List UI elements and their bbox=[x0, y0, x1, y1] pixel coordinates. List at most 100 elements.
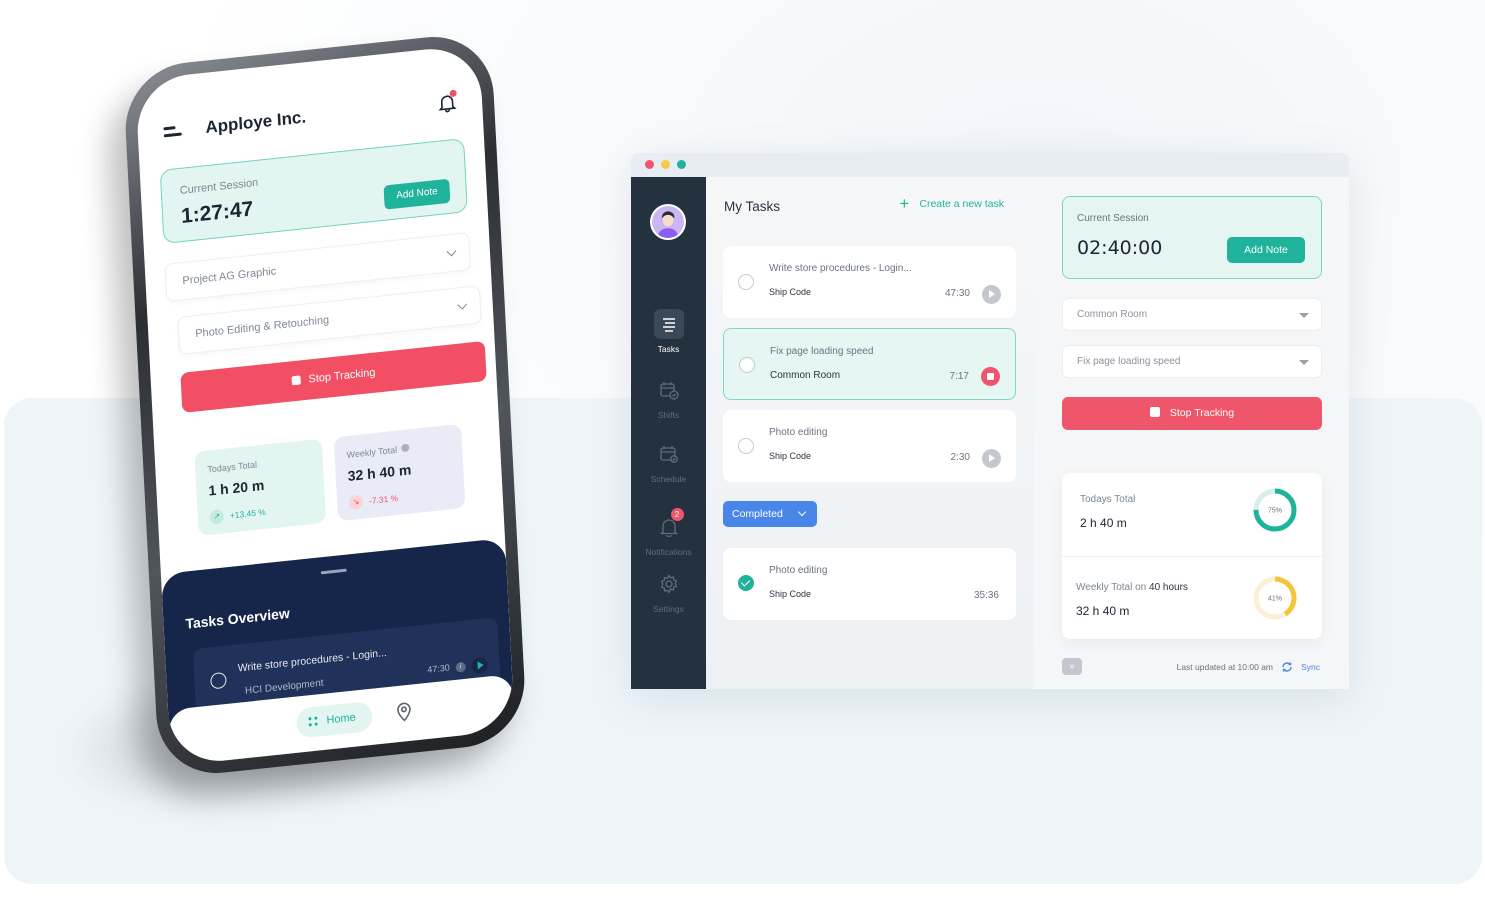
project-select-value: Common Room bbox=[1077, 309, 1148, 320]
task-time: 2:30 bbox=[950, 452, 970, 463]
tasks-list-icon bbox=[653, 309, 684, 339]
project-select-value: Project AG Graphic bbox=[182, 265, 277, 288]
todays-total-change: ↗ +13.45 % bbox=[209, 505, 267, 525]
task-project: Ship Code bbox=[769, 287, 812, 297]
sheet-drag-handle[interactable] bbox=[320, 568, 347, 575]
sync-button[interactable]: Sync bbox=[1301, 662, 1320, 672]
task-select-value: Photo Editing & Retouching bbox=[194, 314, 330, 341]
mobile-current-session-card: Current Session 1:27:47 Add Note bbox=[159, 138, 468, 244]
hero-stage: Apploye Inc. Current Session 1:27:47 Add… bbox=[0, 0, 1485, 900]
session-label: Current Session bbox=[1077, 213, 1149, 224]
my-tasks-panel: My Tasks + Create a new task Write store… bbox=[706, 177, 1034, 689]
tracking-panel: Current Session 02:40:00 Add Note Common… bbox=[1034, 177, 1349, 689]
weekly-total-value: 32 h 40 m bbox=[1076, 604, 1130, 618]
task-time: 47:30 bbox=[944, 288, 970, 299]
mobile-stop-tracking-button[interactable]: Stop Tracking bbox=[180, 340, 487, 413]
weekly-total-label: Weekly Total bbox=[346, 443, 410, 460]
sidebar-item-label: Schedule bbox=[650, 474, 687, 484]
stop-tracking-button[interactable]: Stop Tracking bbox=[1062, 397, 1322, 430]
mobile-device: Apploye Inc. Current Session 1:27:47 Add… bbox=[100, 30, 580, 780]
bell-icon[interactable] bbox=[438, 89, 457, 114]
chevron-down-icon bbox=[446, 246, 457, 257]
play-icon[interactable] bbox=[982, 449, 1001, 468]
task-row-active[interactable]: Fix page loading speed Common Room 7:17 bbox=[723, 328, 1016, 400]
window-maximize-button[interactable] bbox=[677, 160, 686, 169]
gear-icon bbox=[654, 569, 684, 599]
session-label: Current Session bbox=[179, 176, 259, 198]
window-close-button[interactable] bbox=[645, 160, 654, 169]
play-icon[interactable] bbox=[982, 285, 1001, 304]
phone-body: Apploye Inc. Current Session 1:27:47 Add… bbox=[122, 30, 528, 780]
task-row[interactable]: Write store procedures - Login... Ship C… bbox=[723, 246, 1016, 318]
chevron-down-icon bbox=[797, 507, 807, 517]
add-note-button[interactable]: Add Note bbox=[383, 178, 451, 210]
completed-filter-dropdown[interactable]: Completed bbox=[723, 501, 817, 527]
nav-home-label: Home bbox=[326, 711, 357, 727]
ring-percent-label: 41% bbox=[1268, 596, 1282, 603]
task-time: 47:30 bbox=[427, 662, 451, 675]
mobile-weekly-total-card: Weekly Total 32 h 40 m ↘ -7.31 % bbox=[333, 423, 466, 522]
weekly-goal: 40 hours bbox=[1149, 582, 1188, 593]
grid-icon bbox=[308, 716, 318, 727]
task-select-value: Fix page loading speed bbox=[1077, 356, 1181, 367]
sidebar-item-label: Tasks bbox=[657, 344, 680, 354]
play-icon[interactable] bbox=[471, 656, 489, 675]
project-select[interactable]: Common Room bbox=[1062, 298, 1322, 331]
bell-icon: 2 bbox=[654, 508, 684, 542]
add-note-button[interactable]: Add Note bbox=[1227, 237, 1305, 263]
sidebar-item-label: Settings bbox=[653, 604, 684, 614]
task-name: Photo editing bbox=[769, 565, 828, 576]
stop-tracking-label: Stop Tracking bbox=[1169, 407, 1235, 419]
expand-double-chevron-icon[interactable]: » bbox=[1062, 658, 1082, 675]
window-title-bar bbox=[631, 153, 1349, 177]
phone-screen: Apploye Inc. Current Session 1:27:47 Add… bbox=[134, 43, 516, 767]
task-checkbox[interactable] bbox=[738, 438, 754, 454]
task-name: Fix page loading speed bbox=[770, 346, 874, 357]
task-checkbox[interactable] bbox=[739, 357, 755, 373]
task-project: Common Room bbox=[770, 370, 841, 381]
stop-icon bbox=[1149, 407, 1160, 417]
stop-icon[interactable] bbox=[981, 367, 1000, 386]
notification-badge: 2 bbox=[670, 508, 684, 521]
task-select[interactable]: Fix page loading speed bbox=[1062, 345, 1322, 378]
sidebar-item-settings[interactable]: Settings bbox=[631, 569, 706, 614]
current-session-card: Current Session 02:40:00 Add Note bbox=[1062, 196, 1322, 279]
sidebar-item-schedule[interactable]: Schedule bbox=[631, 439, 706, 484]
sidebar-item-shifts[interactable]: Shifts bbox=[631, 375, 706, 420]
ring-percent-label: 75% bbox=[1268, 508, 1282, 515]
task-project: Ship Code bbox=[769, 451, 812, 461]
info-icon[interactable] bbox=[400, 443, 410, 453]
user-avatar[interactable] bbox=[650, 204, 686, 240]
hamburger-menu-icon[interactable] bbox=[163, 124, 182, 138]
info-icon[interactable]: i bbox=[455, 661, 466, 673]
task-checkbox[interactable] bbox=[210, 671, 227, 690]
todays-progress-ring: 75% bbox=[1253, 488, 1297, 532]
window-minimize-button[interactable] bbox=[661, 160, 670, 169]
task-checkbox[interactable] bbox=[738, 274, 754, 290]
task-row[interactable]: Photo editing Ship Code 2:30 bbox=[723, 410, 1016, 482]
create-task-button[interactable]: + Create a new task bbox=[899, 195, 1004, 212]
weekly-total-value: 32 h 40 m bbox=[347, 461, 412, 485]
totals-card: Todays Total 2 h 40 m 75% Weekly Total o… bbox=[1062, 473, 1322, 639]
tasks-overview-sheet: Tasks Overview Write store procedures - … bbox=[160, 537, 516, 767]
caret-down-icon bbox=[1299, 313, 1309, 318]
tasks-overview-title: Tasks Overview bbox=[185, 604, 291, 632]
mobile-todays-total-card: Todays Total 1 h 20 m ↗ +13.45 % bbox=[194, 438, 327, 536]
task-project: Ship Code bbox=[769, 589, 812, 599]
schedule-calendar-icon bbox=[654, 439, 684, 469]
task-name: Photo editing bbox=[769, 427, 828, 438]
sidebar-item-label: Shifts bbox=[657, 410, 680, 420]
sidebar-item-label: Notifications bbox=[645, 547, 692, 557]
nav-home-tab[interactable]: Home bbox=[295, 700, 374, 739]
sidebar-item-notifications[interactable]: 2 Notifications bbox=[631, 508, 706, 557]
location-pin-icon[interactable] bbox=[396, 701, 413, 723]
stop-icon bbox=[291, 375, 301, 386]
sidebar-item-tasks[interactable]: Tasks bbox=[631, 309, 706, 354]
sync-icon[interactable] bbox=[1281, 661, 1293, 673]
completed-task-row[interactable]: Photo editing Ship Code 35:36 bbox=[723, 548, 1016, 620]
check-circle-icon[interactable] bbox=[738, 575, 754, 591]
weekly-progress-ring: 41% bbox=[1253, 576, 1297, 620]
weekly-total-change: ↘ -7.31 % bbox=[348, 491, 399, 511]
trend-down-icon: ↘ bbox=[348, 494, 364, 511]
todays-total-value: 2 h 40 m bbox=[1080, 516, 1127, 530]
